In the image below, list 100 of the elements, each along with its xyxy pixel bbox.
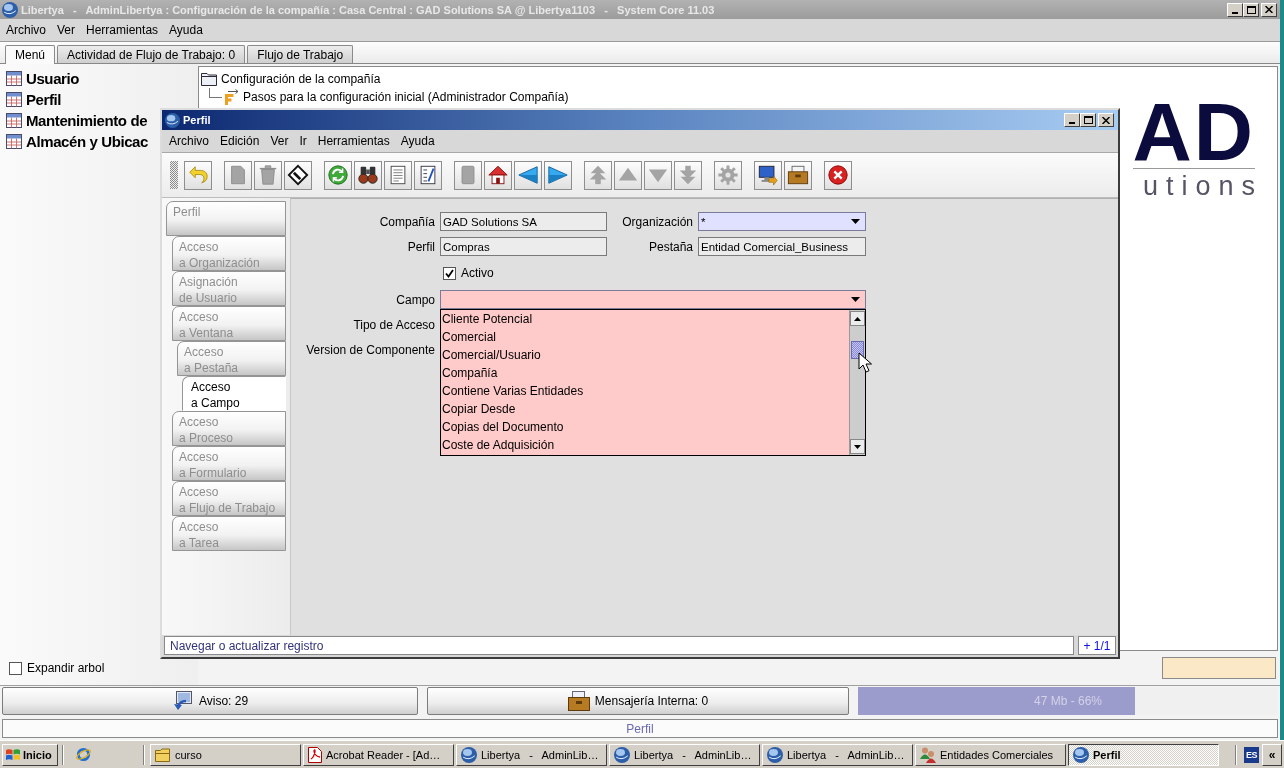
minimize-button[interactable] — [1227, 2, 1243, 17]
dropdown-option[interactable]: Copiar Desde — [441, 400, 848, 418]
collapse-button[interactable]: « — [1262, 743, 1282, 766]
toolbar-button[interactable] — [284, 160, 312, 190]
field-label: Campo — [395, 291, 435, 309]
close-icon — [1265, 6, 1273, 13]
menu-item[interactable]: Herramientas — [312, 134, 395, 148]
tab[interactable]: Flujo de Trabajo — [247, 45, 354, 63]
minimize-icon — [1069, 122, 1075, 124]
favorite-item[interactable]: Mantenimiento de — [0, 110, 148, 131]
taskbar-button[interactable]: curso — [150, 743, 301, 766]
workflow-icon — [223, 89, 239, 105]
table-icon — [6, 113, 22, 128]
toolbar-button[interactable] — [784, 160, 812, 190]
toolbar-button[interactable] — [354, 160, 382, 190]
globe-icon — [461, 746, 477, 763]
text-field[interactable]: GAD Solutions SA — [440, 212, 607, 231]
tab[interactable]: Acceso a Campo — [182, 376, 286, 411]
document-icon — [308, 746, 322, 763]
tab[interactable]: Menú — [5, 45, 56, 64]
menu-item[interactable]: Ayuda — [164, 23, 208, 37]
dropdown-option[interactable]: Comercial — [441, 328, 848, 346]
caret-icon — [851, 297, 860, 302]
maximize-icon — [1083, 116, 1093, 124]
scrollbar[interactable] — [849, 310, 865, 455]
tree-item[interactable]: Pasos para la configuración inicial (Administrador Compañía) — [223, 88, 569, 106]
checkbox-label: Expandir arbol — [27, 661, 105, 675]
taskbar-button[interactable]: Libertya - AdminLib… — [609, 743, 760, 766]
favorite-item[interactable]: Usuario — [0, 68, 80, 89]
menu-item[interactable]: Archivo — [1, 23, 51, 37]
taskbar-button[interactable]: Perfil — [1068, 743, 1219, 766]
menu-item[interactable]: Ver — [52, 23, 81, 37]
dropdown-option[interactable]: Cliente Potencial — [441, 310, 848, 328]
toolbar-grip[interactable] — [170, 161, 178, 189]
scroll-down-button[interactable] — [850, 439, 865, 454]
toolbar-button[interactable] — [754, 160, 782, 190]
favorite-item[interactable]: Almacén y Ubicac — [0, 131, 148, 152]
status-message: Navegar o actualizar registro — [164, 636, 1074, 655]
close-button[interactable] — [1098, 113, 1114, 127]
notices-button[interactable]: Aviso: 29 — [2, 687, 418, 715]
input-field[interactable] — [1162, 657, 1276, 679]
window-title: Perfil — [183, 114, 212, 126]
toolbar-button[interactable] — [824, 160, 852, 190]
maximize-button[interactable] — [1080, 113, 1096, 127]
undo-icon — [187, 164, 209, 186]
field-label: Version de Componente — [305, 341, 435, 359]
field-label: Perfil — [406, 238, 435, 256]
taskbar-button[interactable]: Acrobat Reader - [Ad… — [303, 743, 454, 766]
tree-item[interactable]: Configuración de la compañía — [201, 70, 381, 88]
close-button[interactable] — [1261, 2, 1277, 17]
toolbar-button[interactable] — [484, 160, 512, 190]
dropdown-option[interactable]: Contiene Varias Entidades — [441, 382, 848, 400]
bin-icon — [257, 164, 279, 186]
maximize-button[interactable] — [1243, 2, 1259, 17]
toolbar-button[interactable] — [414, 160, 442, 190]
close-icon — [1102, 116, 1110, 124]
taskbar-button[interactable]: Libertya - AdminLib… — [456, 743, 607, 766]
double-up-arrow-icon — [587, 164, 609, 186]
menu-item[interactable]: Ir — [294, 134, 312, 148]
dropdown-option[interactable]: Comercial/Usuario — [441, 346, 848, 364]
menu-item[interactable]: Ver — [265, 134, 294, 148]
logo-tagline: utions — [1142, 175, 1263, 197]
maximize-icon — [1246, 5, 1256, 14]
menu-item[interactable]: Edición — [215, 134, 265, 148]
table-icon — [6, 71, 22, 86]
start-button[interactable]: Inicio — [2, 743, 58, 766]
dropdown-option[interactable]: Coste de Adquisición — [441, 436, 848, 454]
menu-item[interactable]: Herramientas — [81, 23, 164, 37]
field-label: Compañía — [378, 213, 435, 231]
minimize-button[interactable] — [1064, 113, 1080, 127]
globe-icon — [2, 1, 18, 18]
scroll-up-button[interactable] — [850, 311, 865, 326]
tab[interactable]: Actividad de Flujo de Trabajo: 0 — [57, 45, 246, 63]
up-arrow-icon — [854, 316, 861, 321]
refresh-icon — [327, 164, 349, 186]
language-indicator[interactable]: ES — [1244, 746, 1259, 763]
checkbox[interactable] — [9, 661, 22, 675]
folder-icon — [155, 747, 171, 762]
taskbar-button[interactable]: Entidades Comerciales — [915, 743, 1066, 766]
combo-box[interactable]: * — [698, 212, 866, 231]
menu-item[interactable]: Ayuda — [395, 134, 440, 148]
text-field[interactable]: Compras — [440, 237, 607, 256]
dropdown-option[interactable]: Compañía — [441, 364, 848, 382]
box-icon — [567, 691, 590, 711]
taskbar-button[interactable]: Libertya - AdminLib… — [762, 743, 913, 766]
text-field[interactable]: Entidad Comercial_Business — [698, 237, 866, 256]
ring-icon[interactable] — [75, 746, 92, 763]
minimize-icon — [1232, 11, 1238, 14]
dropdown-option[interactable]: Copias del Documento — [441, 418, 848, 436]
binoculars-icon — [357, 164, 379, 186]
table-icon — [6, 134, 22, 149]
globe-icon — [614, 746, 630, 763]
check-icon — [445, 268, 454, 278]
scroll-thumb[interactable] — [851, 341, 864, 359]
checkbox-label: Activo — [461, 266, 494, 280]
menu-item[interactable]: Archivo — [164, 134, 214, 148]
messages-button[interactable]: Mensajería Interna: 0 — [427, 687, 849, 715]
checkbox[interactable] — [443, 266, 456, 280]
favorite-item[interactable]: Perfil — [0, 89, 62, 110]
people-icon — [920, 746, 936, 763]
